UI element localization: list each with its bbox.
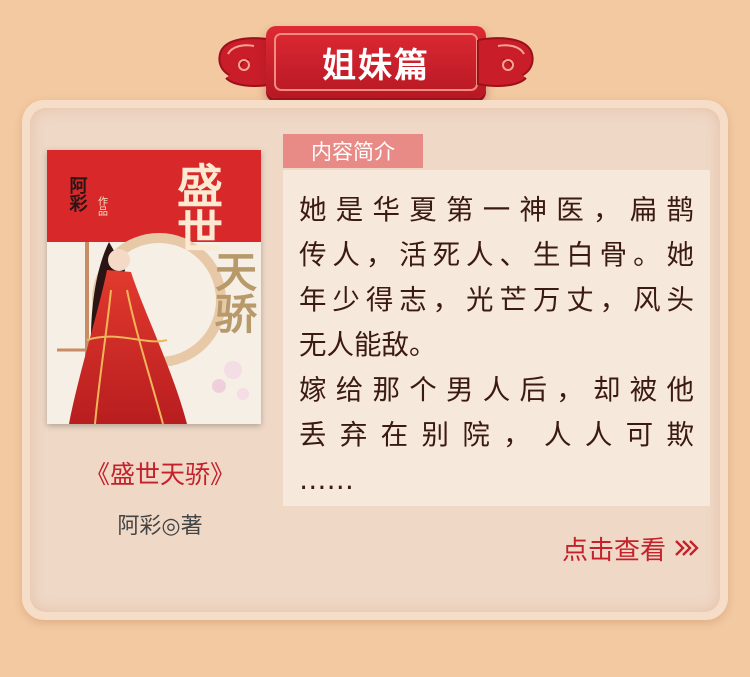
double-chevron-right-icon: [675, 540, 699, 556]
intro-label: 内容简介: [283, 134, 423, 168]
header-banner: 姐妹篇: [210, 22, 542, 104]
view-more-button[interactable]: 点击查看: [520, 528, 700, 568]
intro-box: 她是华夏第一神医，扁鹊 传人，活死人、生白骨。她 年少得志，光芒万丈，风头 无人…: [283, 170, 710, 506]
book-author: 阿彩◎著: [117, 514, 203, 539]
book-title[interactable]: 《盛世天骄》: [40, 455, 280, 491]
intro-line: 年少得志，光芒万丈，风头: [299, 284, 694, 316]
view-more-label: 点击查看: [561, 535, 666, 566]
page-title: 姐妹篇: [322, 45, 430, 86]
intro-line: 无人能敌。: [299, 329, 437, 361]
intro-line: ……: [299, 464, 354, 496]
intro-line: 她是华夏第一神医，扁鹊: [299, 194, 694, 226]
cover-title-line1: 盛世: [170, 162, 224, 254]
intro-line: 丢弃在别院，人人可欺: [299, 419, 694, 451]
cover-title-line2: 天骄: [209, 250, 258, 334]
cover-byline: 作品: [96, 196, 108, 217]
intro-line: 传人，活死人、生白骨。她: [299, 239, 694, 271]
book-cover-art: 阿彩 作品 盛世 天骄: [47, 150, 261, 424]
cover-author: 阿彩: [67, 176, 89, 213]
intro-line: 嫁给那个男人后，却被他: [299, 374, 694, 406]
book-cover-image[interactable]: 阿彩 作品 盛世 天骄: [47, 150, 261, 424]
